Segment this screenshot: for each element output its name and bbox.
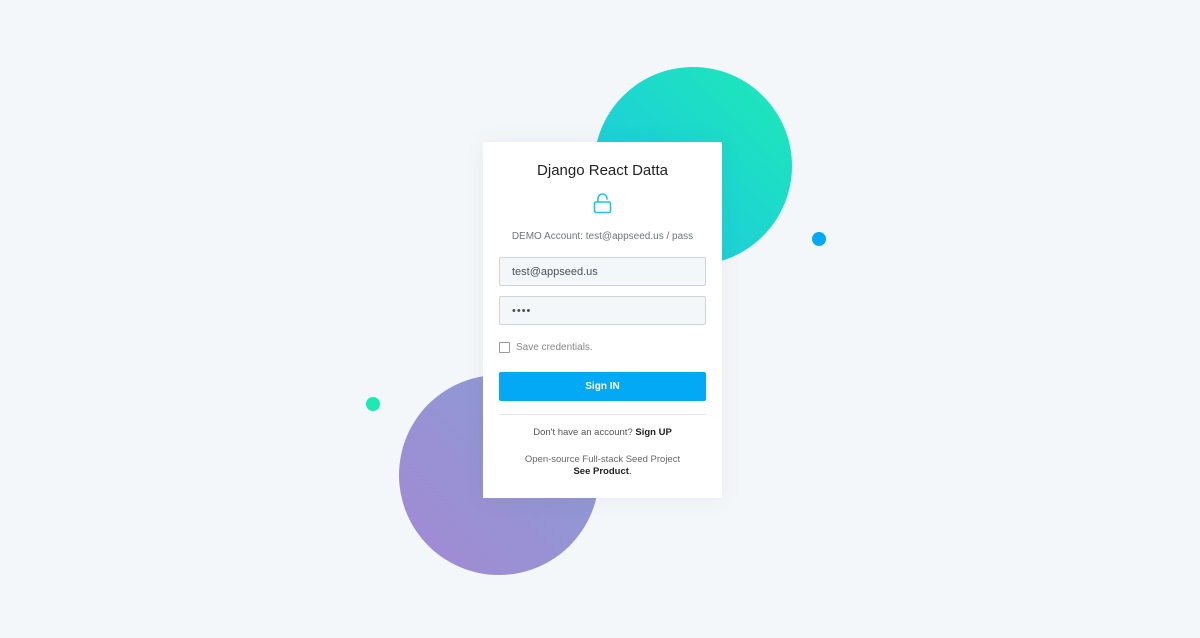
unlock-icon <box>593 193 612 214</box>
no-account-text: Don't have an account? <box>533 427 636 438</box>
save-credentials-checkbox[interactable] <box>499 342 510 353</box>
save-credentials-label: Save credentials. <box>516 342 593 353</box>
card-title: Django React Datta <box>537 162 668 179</box>
seed-project-text: Open-source Full-stack Seed Project <box>524 454 681 465</box>
decorative-green-dot <box>366 397 380 411</box>
save-credentials-row[interactable]: Save credentials. <box>499 342 593 353</box>
demo-account-text: DEMO Account: test@appseed.us / pass <box>511 231 694 242</box>
see-product-suffix: . <box>628 466 632 477</box>
sign-in-button[interactable]: Sign IN <box>499 372 706 401</box>
see-product-link[interactable]: See Product <box>573 466 628 477</box>
login-card: Django React Datta DEMO Account: test@ap… <box>483 142 722 498</box>
sign-up-link[interactable]: Sign UP <box>635 427 671 438</box>
email-input[interactable] <box>499 257 706 286</box>
signup-row: Don't have an account? Sign UP <box>483 427 722 438</box>
see-product-row: See Product. <box>483 466 722 477</box>
password-input[interactable] <box>499 296 706 325</box>
divider <box>499 414 706 415</box>
decorative-blue-dot <box>812 232 826 246</box>
